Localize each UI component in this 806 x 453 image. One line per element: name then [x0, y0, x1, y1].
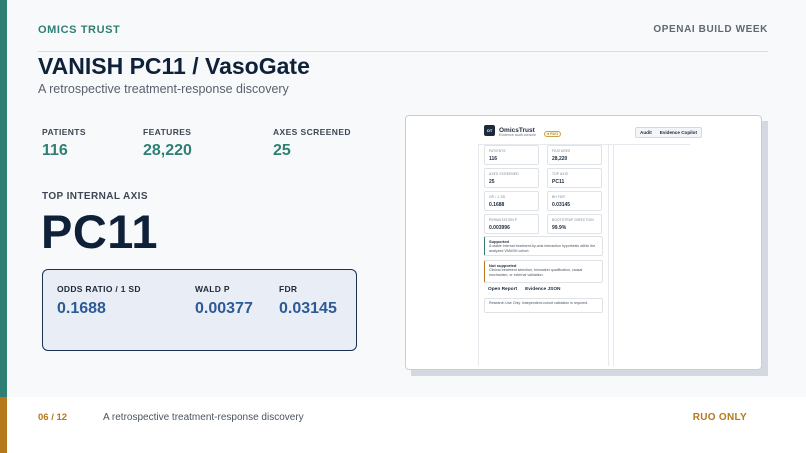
stat-fdr: FDR 0.03145 [279, 284, 337, 318]
mini-card-label: AXES SCREENED [489, 172, 519, 176]
divider [613, 144, 614, 366]
mini-card-value: 99.9% [552, 225, 567, 231]
metric-value: 116 [42, 142, 68, 159]
page-number: 06 / 12 [38, 412, 68, 423]
stat-value: 0.03145 [279, 300, 337, 317]
mini-card-value: 0.03145 [552, 202, 571, 208]
mini-card-label: BOOTSTRAP DIRECTION [552, 218, 594, 222]
note-body: A stable internal treatment-by-axis inte… [489, 244, 596, 253]
mini-card-label: TOP AXIS [552, 172, 569, 176]
mini-card-label: PERMUTATION P [489, 218, 518, 222]
mini-card-value: 25 [489, 179, 495, 185]
metric-label: PATIENTS [42, 127, 86, 137]
top-axis-value: PC11 [41, 205, 158, 258]
ruo-only-label: RUO ONLY [692, 412, 747, 423]
footer-text: A retrospective treatment-response disco… [103, 412, 304, 423]
slide-title: VANISH PC11 / VasoGate [38, 53, 310, 79]
mini-card-bootstrap: BOOTSTRAP DIRECTION 99.9% [547, 214, 602, 234]
metric-label: AXES SCREENED [273, 127, 351, 137]
tab-audit[interactable]: Audit [636, 128, 656, 137]
ruo-note: Research Use Only. Independent-cohort va… [484, 298, 603, 313]
metric-value: 28,220 [143, 142, 192, 159]
mini-card-fdr: BH FDR 0.03145 [547, 191, 602, 211]
mini-card-label: FEATURES [552, 149, 571, 153]
mini-card-patients: PATIENTS 116 [484, 145, 539, 165]
mini-card-or: OR / 1 SD 0.1688 [484, 191, 539, 211]
slide-subtitle: A retrospective treatment-response disco… [38, 82, 289, 96]
mini-card-label: OR / 1 SD [489, 195, 506, 199]
brand-label: OMICS TRUST [38, 23, 121, 36]
app-logo: OT [484, 125, 495, 136]
event-label: OPENAI BUILD WEEK [653, 24, 768, 35]
mini-card-axes: AXES SCREENED 25 [484, 168, 539, 188]
metric-label: FEATURES [143, 127, 192, 137]
mini-card-features: FEATURES 28,220 [547, 145, 602, 165]
stat-label: WALD P [195, 284, 230, 294]
mini-card-label: PATIENTS [489, 149, 506, 153]
app-tabs: Audit Evidence Copilot [635, 127, 703, 138]
mini-card-value: 116 [489, 156, 498, 162]
slide-header: OMICS TRUST OPENAI BUILD WEEK [38, 20, 768, 52]
divider [608, 144, 609, 366]
ruo-badge-text: RUO [550, 132, 559, 136]
app-header: OT OmicsTrust Evidence audit console ● R… [484, 125, 562, 137]
mini-card-value: PC11 [552, 179, 565, 185]
mini-card-value: 28,220 [552, 156, 568, 162]
top-axis-label: TOP INTERNAL AXIS [42, 191, 148, 202]
stats-card: ODDS RATIO / 1 SD 0.1688 WALD P 0.00377 … [42, 269, 357, 351]
metric-value: 25 [273, 142, 291, 159]
ruo-badge: ● RUO [544, 131, 562, 137]
accent-bar-top [0, 0, 7, 397]
stat-label: ODDS RATIO / 1 SD [57, 284, 141, 294]
mini-card-value: 0.1688 [489, 202, 505, 208]
note-body: Clinical treatment selection, biomarker … [489, 268, 583, 277]
stat-value: 0.00377 [195, 300, 253, 317]
divider [478, 144, 479, 366]
mini-card-permutation: PERMUTATION P 0.003996 [484, 214, 539, 234]
stat-wald-p: WALD P 0.00377 [195, 284, 253, 318]
stat-value: 0.1688 [57, 300, 106, 317]
accent-bar-bottom [0, 397, 7, 453]
app-screenshot: OT OmicsTrust Evidence audit console ● R… [405, 115, 762, 370]
supported-note: Supported A stable internal treatment-by… [484, 236, 603, 256]
tab-evidence-copilot[interactable]: Evidence Copilot [656, 128, 701, 137]
report-links: Open Report Evidence JSON [488, 287, 561, 292]
metric-axes-screened: AXES SCREENED 25 [273, 127, 351, 160]
metric-features: FEATURES 28,220 [143, 127, 192, 160]
not-supported-note: Not supported Clinical treatment selecti… [484, 260, 603, 283]
stat-odds-ratio: ODDS RATIO / 1 SD 0.1688 [57, 284, 141, 318]
mini-card-top-axis: TOP AXIS PC11 [547, 168, 602, 188]
mini-card-label: BH FDR [552, 195, 566, 199]
open-report-link[interactable]: Open Report [488, 287, 517, 292]
metric-patients: PATIENTS 116 [42, 127, 86, 160]
slide-footer: 06 / 12 A retrospective treatment-respon… [7, 397, 806, 453]
mini-card-value: 0.003996 [489, 225, 510, 231]
evidence-json-link[interactable]: Evidence JSON [525, 287, 560, 292]
app-subtitle: Evidence audit console [499, 133, 536, 137]
stat-label: FDR [279, 284, 298, 294]
